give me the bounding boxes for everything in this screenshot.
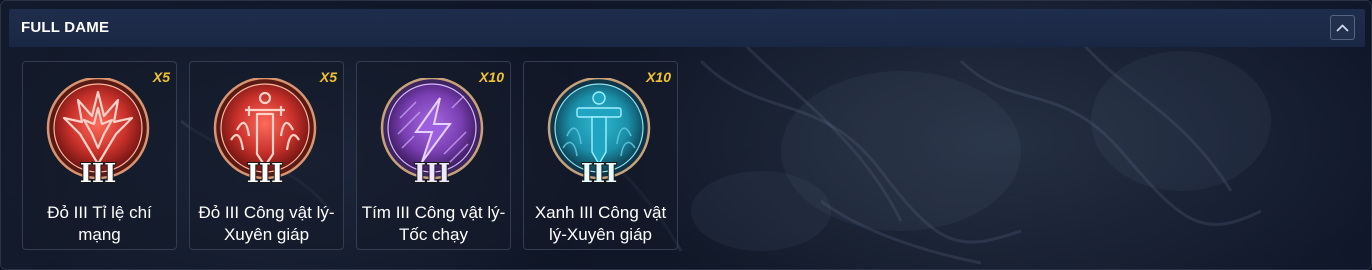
multiplier-badge: X5 xyxy=(152,69,170,85)
collapse-button[interactable] xyxy=(1330,15,1355,40)
emblem-label: Đỏ III Công vật lý-Xuyên giáp xyxy=(198,203,335,244)
red-sword-emblem-icon: III xyxy=(213,78,317,188)
emblem-label: Đỏ III Tỉ lệ chí mạng xyxy=(47,203,152,244)
emblem-card[interactable]: X10 III Xanh III Công vật lý-Xuyên giáp xyxy=(523,61,678,250)
emblem-label: Xanh III Công vật lý-Xuyên giáp xyxy=(534,203,667,244)
multiplier-badge: X5 xyxy=(319,69,337,85)
emblem-card[interactable]: X5 III Đỏ III Công vật lý-Xuyên giáp xyxy=(189,61,344,250)
tier-numeral: III xyxy=(247,159,284,188)
cyan-sword-emblem-icon: III xyxy=(547,78,651,188)
section-header[interactable]: FULL DAME xyxy=(9,9,1365,47)
emblem-card[interactable]: X10 III Tím III Công vật lý-Tốc chạy xyxy=(356,61,511,250)
tier-numeral: III xyxy=(581,159,618,188)
tier-numeral: III xyxy=(80,159,117,188)
chevron-up-icon xyxy=(1336,24,1349,32)
emblem-label: Tím III Công vật lý-Tốc chạy xyxy=(361,203,506,244)
full-dame-panel: FULL DAME X5 III Đỏ III Tỉ lệ chí mạng X… xyxy=(0,0,1372,270)
emblem-card[interactable]: X5 III Đỏ III Tỉ lệ chí mạng xyxy=(22,61,177,250)
emblem-list: X5 III Đỏ III Tỉ lệ chí mạng X5 III Đỏ I… xyxy=(22,61,678,250)
section-title: FULL DAME xyxy=(21,19,110,36)
tier-numeral: III xyxy=(414,159,451,188)
purple-lightning-emblem-icon: III xyxy=(380,78,484,188)
red-crit-emblem-icon: III xyxy=(46,78,150,188)
